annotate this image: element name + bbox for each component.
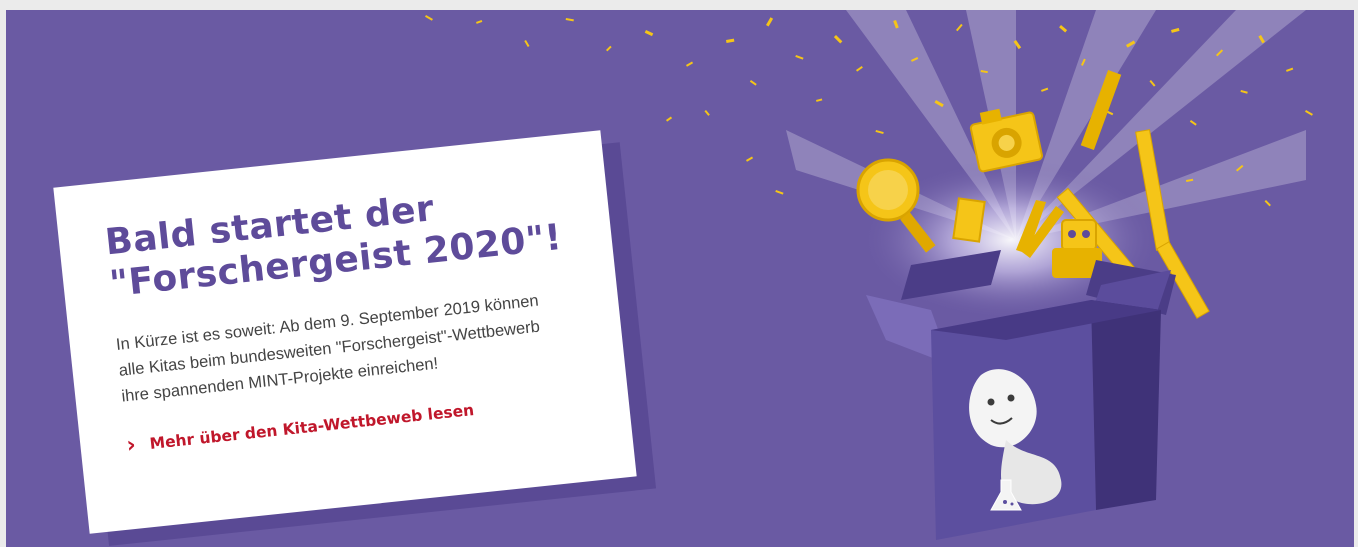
chevron-right-icon: ›: [125, 432, 138, 459]
read-more-label[interactable]: Mehr über den Kita-Wettbeweb lesen: [149, 401, 475, 453]
teaser-title: Bald startet der "Forschergeist 2020"!: [103, 174, 573, 306]
block-icon: [952, 197, 986, 243]
top-bar: [0, 0, 1358, 10]
hero-banner: Bald startet der "Forschergeist 2020"! I…: [6, 10, 1354, 547]
teaser-body: In Kürze ist es soweit: Ab dem 9. Septem…: [115, 291, 541, 406]
teaser-card-body: Bald startet der "Forschergeist 2020"! I…: [53, 130, 637, 534]
teaser-card: Bald startet der "Forschergeist 2020"! I…: [53, 130, 657, 546]
